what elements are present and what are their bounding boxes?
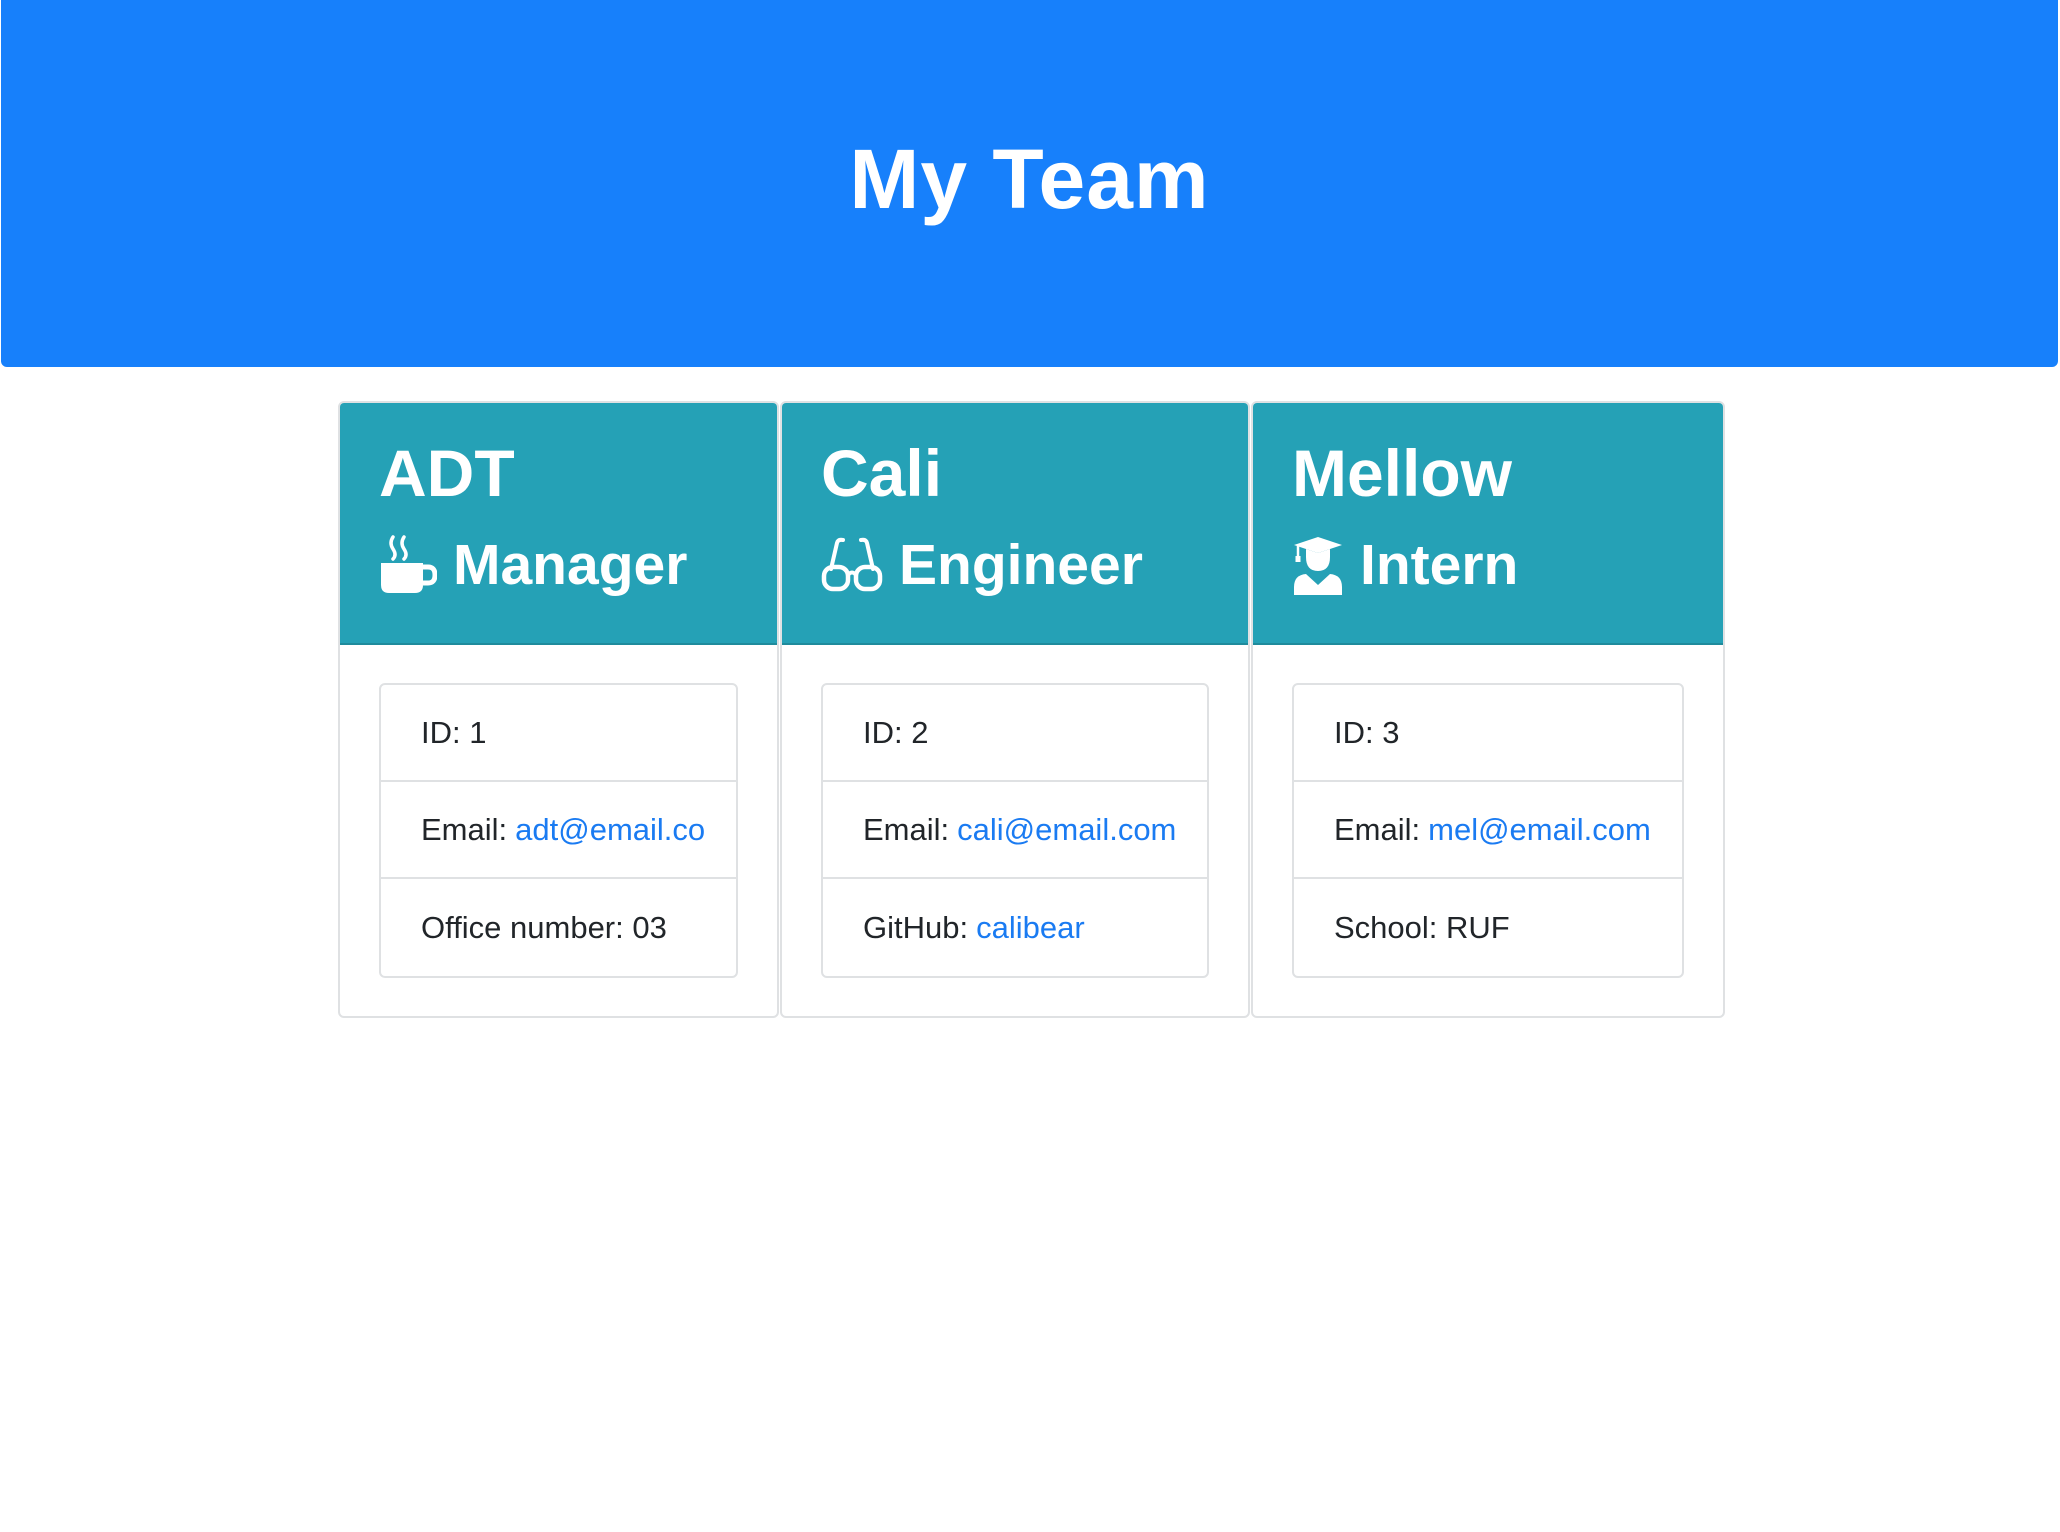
github-label: GitHub: xyxy=(863,909,969,945)
office-number-text: Office number: 03 xyxy=(421,909,667,945)
coffee-mug-icon xyxy=(379,535,437,595)
list-item-school: School: RUF xyxy=(1294,879,1682,976)
list-item-github: GitHub: calibear xyxy=(823,879,1207,976)
glasses-icon xyxy=(821,535,883,595)
email-label: Email: xyxy=(863,811,950,847)
school-text: School: RUF xyxy=(1334,909,1510,945)
email-label: Email: xyxy=(1334,811,1421,847)
list-item-email: Email: adt@email.co xyxy=(381,782,736,879)
card-header: ADT Manager xyxy=(340,403,777,645)
role-label: Manager xyxy=(453,533,688,597)
list-item-id: ID: 3 xyxy=(1294,685,1682,782)
list-item-email: Email: mel@email.com xyxy=(1294,782,1682,879)
id-text: ID: 3 xyxy=(1334,714,1400,750)
role-label: Engineer xyxy=(899,533,1143,597)
page: My Team ADT Manager ID: 1 Email: adt@ema… xyxy=(0,0,2060,1532)
employee-role: Engineer xyxy=(821,525,1143,605)
list-item-email: Email: cali@email.com xyxy=(823,782,1207,879)
id-text: ID: 2 xyxy=(863,714,929,750)
graduate-icon xyxy=(1292,535,1344,595)
list-item-id: ID: 2 xyxy=(823,685,1207,782)
employee-card-intern: Mellow Intern ID: 3 Email: mel@email.com… xyxy=(1251,401,1725,1018)
employee-name: ADT xyxy=(379,436,515,510)
page-title: My Team xyxy=(849,132,1210,226)
list-item-office: Office number: 03 xyxy=(381,879,736,976)
employee-card-manager: ADT Manager ID: 1 Email: adt@email.co Of… xyxy=(338,401,779,1018)
employee-card-engineer: Cali Engineer ID: 2 Email: cali@email.co… xyxy=(780,401,1250,1018)
employee-role: Intern xyxy=(1292,525,1518,605)
employee-name: Mellow xyxy=(1292,436,1513,510)
details-list: ID: 1 Email: adt@email.co Office number:… xyxy=(379,683,738,978)
github-link[interactable]: calibear xyxy=(976,910,1085,946)
details-list: ID: 3 Email: mel@email.com School: RUF xyxy=(1292,683,1684,978)
email-link[interactable]: mel@email.com xyxy=(1428,812,1651,848)
details-list: ID: 2 Email: cali@email.com GitHub: cali… xyxy=(821,683,1209,978)
card-header: Cali Engineer xyxy=(782,403,1248,645)
card-header: Mellow Intern xyxy=(1253,403,1723,645)
email-link[interactable]: adt@email.co xyxy=(515,812,705,848)
email-link[interactable]: cali@email.com xyxy=(957,812,1176,848)
employee-name: Cali xyxy=(821,436,943,510)
employee-role: Manager xyxy=(379,525,687,605)
email-label: Email: xyxy=(421,811,508,847)
list-item-id: ID: 1 xyxy=(381,685,736,782)
id-text: ID: 1 xyxy=(421,714,487,750)
role-label: Intern xyxy=(1360,533,1519,597)
header-banner: My Team xyxy=(1,0,2058,367)
